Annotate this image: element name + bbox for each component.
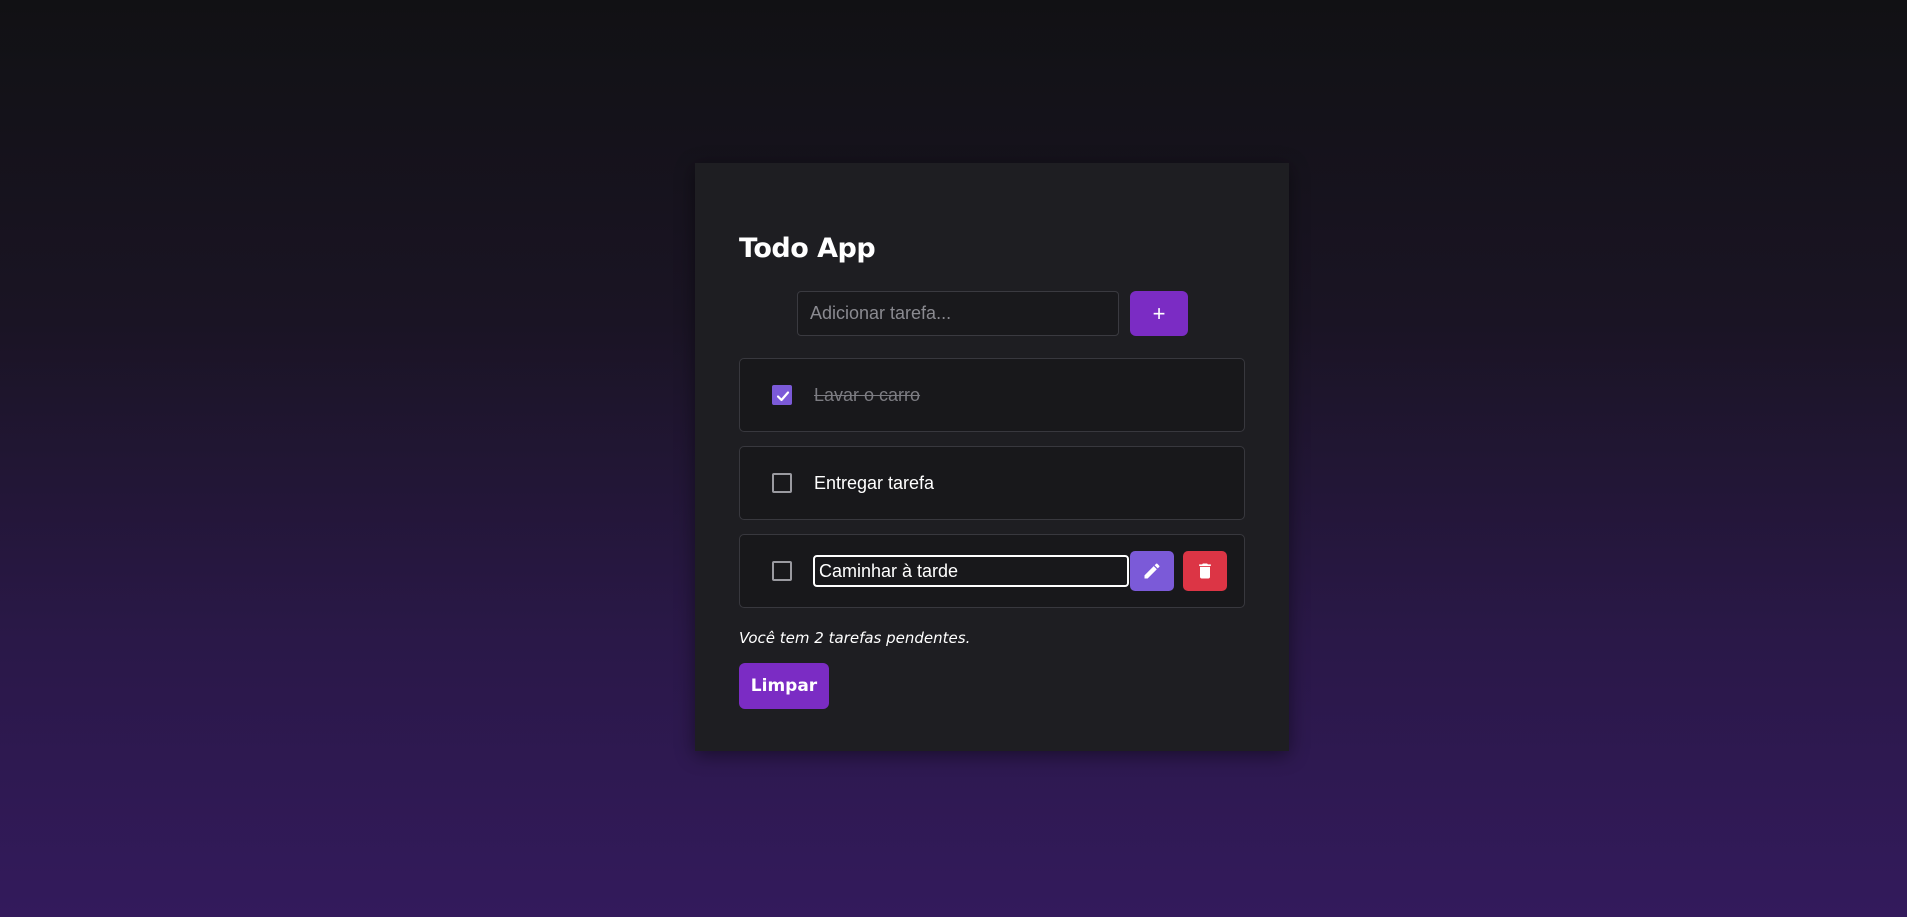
task-item [739, 534, 1245, 608]
clear-button[interactable]: Limpar [739, 663, 829, 709]
todo-card: Todo App + Lavar o carro Entregar tarefa [695, 163, 1289, 751]
task-label[interactable]: Lavar o carro [814, 385, 920, 406]
trash-icon [1199, 563, 1211, 579]
edit-task-button[interactable] [1130, 551, 1174, 591]
task-label[interactable]: Entregar tarefa [814, 473, 934, 494]
task-checkbox[interactable] [772, 561, 792, 581]
task-item: Lavar o carro [739, 358, 1245, 432]
pencil-icon [1144, 563, 1160, 579]
app-title: Todo App [739, 233, 876, 264]
plus-icon: + [1152, 301, 1166, 326]
task-checkbox[interactable] [772, 385, 792, 405]
task-checkbox[interactable] [772, 473, 792, 493]
delete-task-button[interactable] [1183, 551, 1227, 591]
task-edit-input[interactable] [813, 555, 1129, 587]
pending-count-text: Você tem 2 tarefas pendentes. [739, 629, 971, 647]
checkmark-icon [776, 391, 790, 402]
new-task-input[interactable] [797, 291, 1119, 336]
task-item: Entregar tarefa [739, 446, 1245, 520]
add-task-button[interactable]: + [1130, 291, 1188, 336]
